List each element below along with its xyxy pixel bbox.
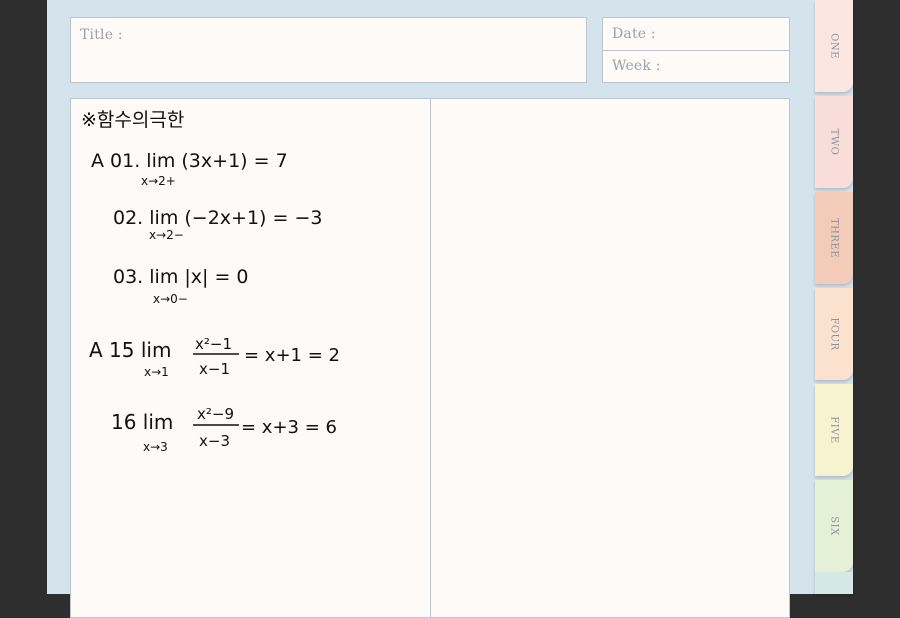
note-line: = x+1 = 2: [244, 345, 340, 366]
tab-six[interactable]: SIX: [815, 480, 853, 572]
title-label: Title :: [80, 27, 123, 43]
note-line: 03. lim |x| = 0: [113, 266, 249, 288]
date-label[interactable]: Date :: [612, 26, 656, 42]
tab-six-label: SIX: [828, 516, 840, 536]
note-subscript: x→3: [143, 440, 168, 454]
tab-one-label: ONE: [828, 33, 840, 59]
tab-two-label: TWO: [828, 128, 840, 156]
notebook-page: Title : Date : Week : ※함수의극한 A 01. lim (…: [47, 0, 853, 618]
tab-five-label: FIVE: [828, 416, 840, 444]
note-line: = x+3 = 6: [241, 417, 337, 438]
fraction-numerator: x²−9: [197, 405, 234, 423]
date-week-divider: [603, 50, 789, 51]
column-divider: [430, 99, 431, 617]
tab-seven[interactable]: [815, 572, 853, 594]
note-subscript: x→2−: [149, 228, 184, 242]
section-tabs: ONE TWO THREE FOUR FIVE SIX: [815, 0, 853, 594]
tab-three-label: THREE: [828, 217, 840, 259]
week-label[interactable]: Week :: [612, 58, 661, 74]
notes-heading: ※함수의극한: [81, 109, 184, 131]
note-subscript: x→2+: [141, 174, 176, 188]
fraction-denominator: x−3: [199, 432, 230, 450]
note-line: A 01. lim (3x+1) = 7: [91, 150, 288, 172]
tab-two[interactable]: TWO: [815, 96, 853, 188]
fraction-denominator: x−1: [199, 360, 230, 378]
note-subscript: x→1: [144, 365, 169, 379]
note-subscript: x→0−: [153, 292, 188, 306]
note-line: 02. lim (−2x+1) = −3: [113, 207, 322, 229]
handwritten-notes: ※함수의극한 A 01. lim (3x+1) = 7 x→2+ 02. lim…: [81, 109, 340, 454]
note-line: A 15 lim: [89, 338, 171, 362]
tab-three[interactable]: THREE: [815, 192, 853, 284]
notes-area[interactable]: ※함수의극한 A 01. lim (3x+1) = 7 x→2+ 02. lim…: [70, 98, 790, 618]
tab-one[interactable]: ONE: [815, 0, 853, 92]
tab-four-label: FOUR: [828, 317, 840, 351]
note-line: 16 lim: [111, 410, 173, 434]
fraction-numerator: x²−1: [195, 335, 232, 353]
tab-five[interactable]: FIVE: [815, 384, 853, 476]
title-field[interactable]: Title :: [70, 17, 587, 83]
tab-four[interactable]: FOUR: [815, 288, 853, 380]
date-week-panel: Date : Week :: [602, 17, 790, 83]
